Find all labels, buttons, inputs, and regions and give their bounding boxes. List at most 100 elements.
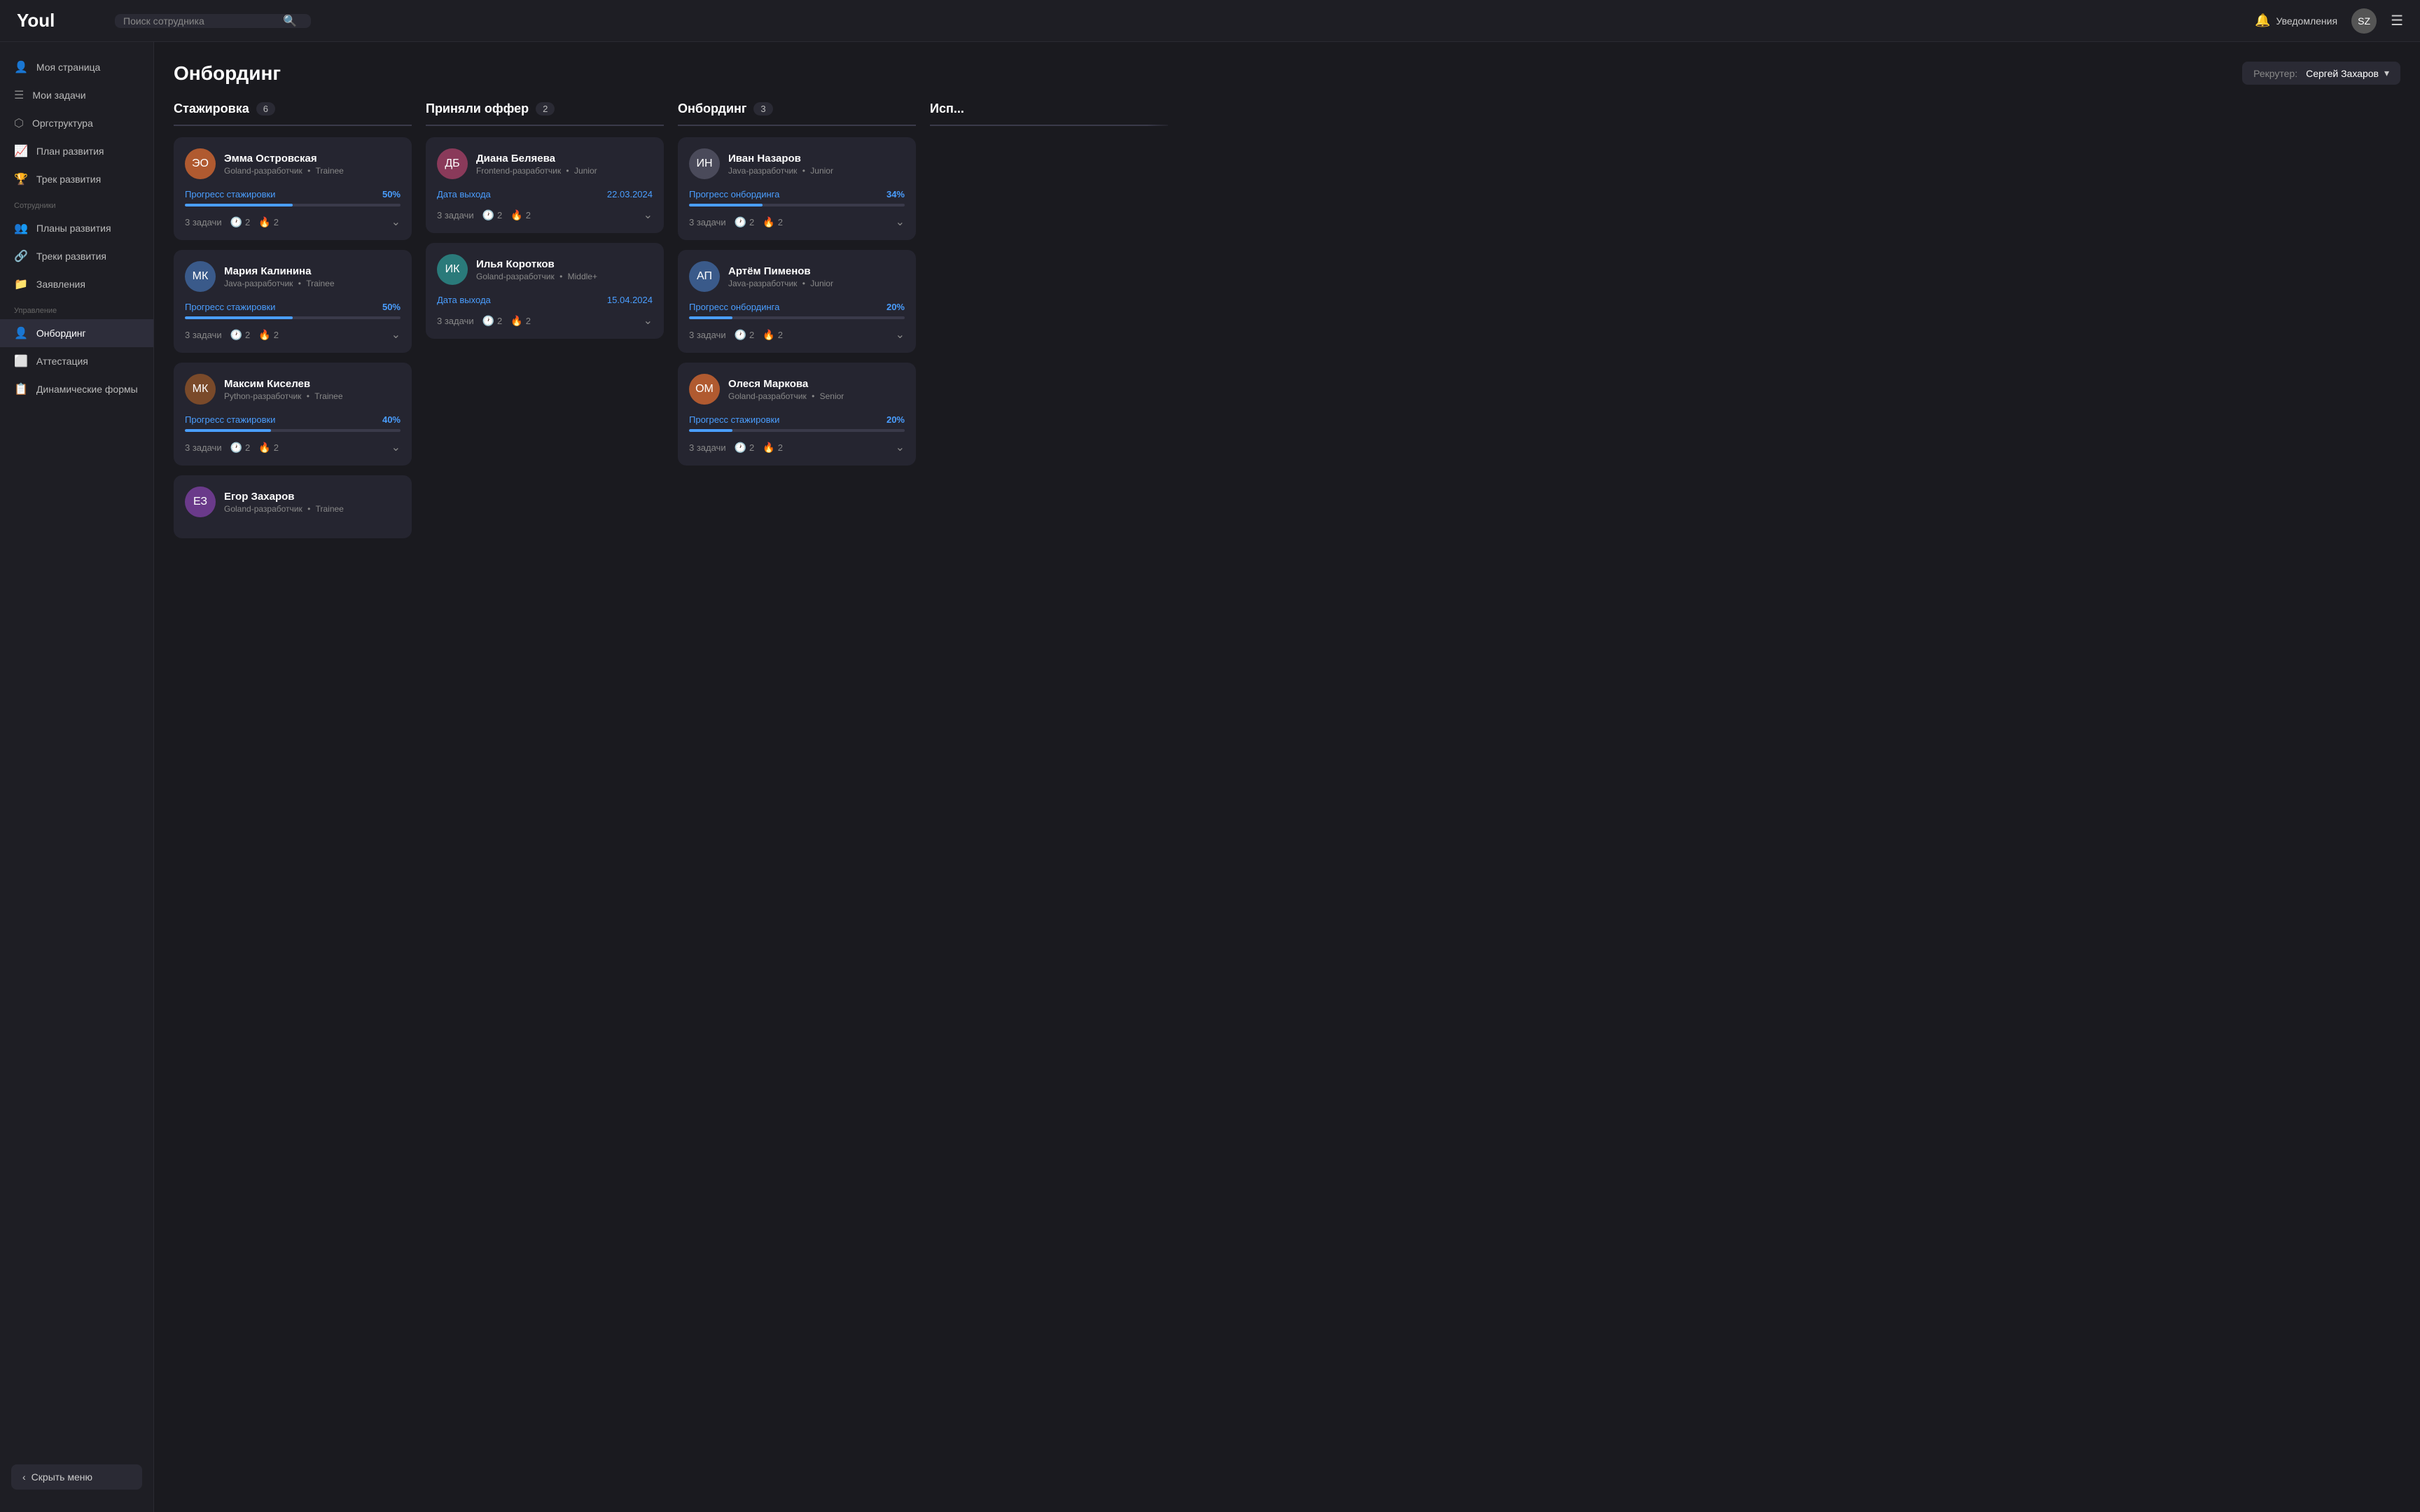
clock-icon: 🕐 — [230, 329, 242, 341]
clock-badge: 🕐 2 — [482, 209, 503, 221]
expand-button[interactable]: ⌄ — [391, 328, 401, 342]
sidebar-item-label: План развития — [36, 146, 104, 157]
fire-badge: 🔥 2 — [763, 216, 783, 228]
clock-count: 2 — [245, 217, 250, 227]
progress-fill — [185, 204, 293, 206]
expand-button[interactable]: ⌄ — [391, 215, 401, 229]
column-header-internship: Стажировка 6 — [174, 102, 412, 126]
sidebar-item-applications[interactable]: 📁 Заявления — [0, 270, 153, 298]
expand-button[interactable]: ⌄ — [896, 215, 905, 229]
expand-button[interactable]: ⌄ — [896, 328, 905, 342]
person-role: Python-разработчик • Trainee — [224, 391, 343, 401]
progress-section: Прогресс онбординга 34% — [689, 189, 905, 206]
progress-label: Прогресс стажировки — [185, 414, 275, 425]
recruiter-dropdown[interactable]: Рекрутер: Сергей Захаров ▾ — [2242, 62, 2400, 85]
notifications-button[interactable]: 🔔 Уведомления — [2255, 13, 2337, 28]
sidebar-item-dev-plans[interactable]: 👥 Планы развития — [0, 214, 153, 242]
sidebar-item-dynamic-forms[interactable]: 📋 Динамические формы — [0, 375, 153, 403]
person-name: Иван Назаров — [728, 153, 833, 164]
progress-fill — [689, 316, 732, 319]
tasks-info: 3 задачи 🕐 2 🔥 2 — [185, 216, 279, 228]
sidebar-item-my-tasks[interactable]: ☰ Мои задачи — [0, 81, 153, 109]
sidebar-item-my-page[interactable]: 👤 Моя страница — [0, 53, 153, 81]
fire-badge: 🔥 2 — [258, 329, 279, 341]
person-role: Java-разработчик • Trainee — [224, 279, 335, 288]
fire-icon: 🔥 — [258, 442, 270, 454]
column-internship: Стажировка 6 ЭО Эмма Островская Goland-р… — [174, 102, 412, 538]
progress-bar — [185, 429, 401, 432]
clock-count: 2 — [749, 442, 754, 453]
card-diana: ДБ Диана Беляева Frontend-разработчик • … — [426, 137, 664, 233]
progress-section: Дата выхода 22.03.2024 — [437, 189, 653, 200]
progress-label: Прогресс стажировки — [185, 302, 275, 312]
hide-menu-button[interactable]: ‹ Скрыть меню — [11, 1464, 142, 1490]
column-title: Исп... — [930, 102, 964, 116]
person-role: Goland-разработчик • Trainee — [224, 166, 344, 176]
clock-badge: 🕐 2 — [482, 315, 503, 327]
fire-icon: 🔥 — [510, 315, 522, 327]
fire-badge: 🔥 2 — [258, 442, 279, 454]
avatar-emma: ЭО — [185, 148, 216, 179]
card-footer: 3 задачи 🕐 2 🔥 2 ⌄ — [689, 440, 905, 454]
expand-button[interactable]: ⌄ — [644, 314, 653, 328]
card-maria: МК Мария Калинина Java-разработчик • Tra… — [174, 250, 412, 353]
card-footer: 3 задачи 🕐 2 🔥 2 ⌄ — [185, 215, 401, 229]
column-completed: Исп... — [930, 102, 1168, 538]
fire-badge: 🔥 2 — [258, 216, 279, 228]
trophy-icon: 🏆 — [14, 172, 28, 186]
avatar-artem: АП — [689, 261, 720, 292]
progress-label: Дата выхода — [437, 189, 491, 200]
clock-badge: 🕐 2 — [230, 442, 251, 454]
clock-icon: 🕐 — [735, 442, 746, 454]
progress-section: Прогресс стажировки 50% — [185, 189, 401, 206]
recruiter-name: Сергей Захаров — [2306, 68, 2379, 79]
onboarding-icon: 👤 — [14, 326, 28, 340]
fire-count: 2 — [274, 442, 279, 453]
tasks-info: 3 задачи 🕐 2 🔥 2 — [437, 209, 531, 221]
progress-bar — [185, 204, 401, 206]
person-name: Эмма Островская — [224, 153, 344, 164]
progress-fill — [185, 316, 293, 319]
page-title: Онбординг — [174, 62, 281, 85]
tasks-count: 3 задачи — [689, 442, 726, 453]
progress-bar — [689, 429, 905, 432]
progress-date: 15.04.2024 — [607, 295, 653, 305]
sidebar-item-onboarding[interactable]: 👤 Онбординг — [0, 319, 153, 347]
column-title: Стажировка — [174, 102, 249, 116]
fire-icon: 🔥 — [763, 216, 774, 228]
clock-badge: 🕐 2 — [735, 329, 755, 341]
person-info-olesya: ОМ Олеся Маркова Goland-разработчик • Se… — [689, 374, 905, 405]
search-input[interactable] — [123, 15, 277, 27]
sidebar-item-org[interactable]: ⬡ Оргструктура — [0, 109, 153, 137]
fire-count: 2 — [526, 210, 531, 220]
sidebar-item-attestation[interactable]: ⬜ Аттестация — [0, 347, 153, 375]
avatar-ilya: ИК — [437, 254, 468, 285]
person-name: Егор Захаров — [224, 491, 344, 503]
expand-button[interactable]: ⌄ — [391, 440, 401, 454]
card-olesya: ОМ Олеся Маркова Goland-разработчик • Se… — [678, 363, 916, 465]
tasks-info: 3 задачи 🕐 2 🔥 2 — [689, 216, 783, 228]
expand-button[interactable]: ⌄ — [896, 440, 905, 454]
user-avatar[interactable]: SZ — [2351, 8, 2377, 34]
sidebar-item-dev-plan[interactable]: 📈 План развития — [0, 137, 153, 165]
main-content: Онбординг Рекрутер: Сергей Захаров ▾ Ста… — [154, 42, 2420, 1512]
chevron-down-icon: ▾ — [2384, 67, 2389, 79]
clock-badge: 🕐 2 — [735, 216, 755, 228]
expand-button[interactable]: ⌄ — [644, 208, 653, 222]
search-bar[interactable]: 🔍 — [115, 14, 311, 28]
column-cards-internship: ЭО Эмма Островская Goland-разработчик • … — [174, 137, 412, 538]
progress-value: 20% — [886, 302, 905, 312]
progress-value: 34% — [886, 189, 905, 200]
sidebar-item-dev-tracks[interactable]: 🔗 Треки развития — [0, 242, 153, 270]
card-footer: 3 задачи 🕐 2 🔥 2 ⌄ — [185, 328, 401, 342]
column-title: Онбординг — [678, 102, 746, 116]
sidebar-item-label: Оргструктура — [32, 118, 93, 129]
tasks-count: 3 задачи — [185, 330, 222, 340]
hamburger-icon[interactable]: ☰ — [2391, 12, 2403, 29]
link-icon: 🔗 — [14, 249, 28, 263]
sidebar-item-dev-track[interactable]: 🏆 Трек развития — [0, 165, 153, 193]
fire-badge: 🔥 2 — [763, 329, 783, 341]
person-role: Goland-разработчик • Senior — [728, 391, 844, 401]
fire-icon: 🔥 — [763, 329, 774, 341]
forms-icon: 📋 — [14, 382, 28, 396]
